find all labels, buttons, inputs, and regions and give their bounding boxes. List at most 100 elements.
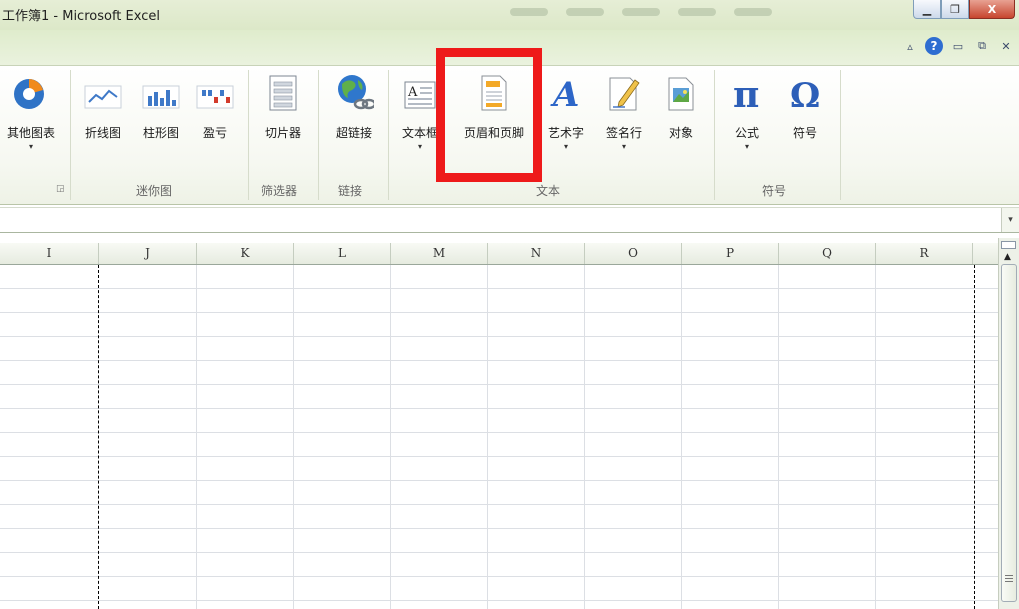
links-group-label: 链接	[338, 184, 363, 198]
column-sparkline-button[interactable]: 柱形图	[136, 72, 186, 141]
column-header-p[interactable]: P	[682, 243, 779, 264]
column-header-r[interactable]: R	[876, 243, 973, 264]
globe-link-icon	[324, 72, 384, 112]
highlight-box	[436, 48, 542, 182]
column-sparkline-label: 柱形图	[142, 126, 179, 140]
line-sparkline-label: 折线图	[84, 126, 121, 140]
ribbon-collapse-icon[interactable]: ▵	[901, 37, 919, 55]
chevron-down-icon: ▾	[563, 142, 568, 151]
symbol-button[interactable]: Ω 符号	[780, 72, 830, 141]
formula-bar[interactable]: ▾	[0, 207, 1019, 233]
group-separator	[248, 70, 249, 200]
column-header-j[interactable]: J	[99, 243, 197, 264]
row-gridline	[0, 288, 998, 289]
group-separator	[70, 70, 71, 200]
blurred-tab	[510, 8, 548, 16]
other-charts-label: 其他图表	[6, 126, 55, 140]
column-gridline	[875, 265, 876, 609]
wordart-button[interactable]: A 艺术字 ▾	[538, 72, 594, 151]
blurred-tab	[734, 8, 772, 16]
omega-icon: Ω	[780, 72, 830, 112]
window-restore-button[interactable]: ❐	[941, 0, 969, 19]
row-gridline	[0, 456, 998, 457]
column-header-row: I J K L M N O P Q R	[0, 243, 998, 265]
group-separator	[318, 70, 319, 200]
object-icon	[656, 72, 706, 112]
column-header-k[interactable]: K	[197, 243, 294, 264]
blurred-tab	[622, 8, 660, 16]
group-separator	[388, 70, 389, 200]
winloss-sparkline-label: 盈亏	[202, 126, 227, 140]
ribbon-window-controls: ▵ ? ▭ ⧉ ✕	[901, 37, 1015, 55]
hyperlink-button[interactable]: 超链接	[324, 72, 384, 141]
column-gridline	[293, 265, 294, 609]
workbook-minimize-icon[interactable]: ▭	[949, 37, 967, 55]
signature-line-label: 签名行	[605, 126, 642, 140]
row-gridline	[0, 600, 998, 601]
column-header-n[interactable]: N	[488, 243, 585, 264]
row-gridline	[0, 528, 998, 529]
workbook-close-icon[interactable]: ✕	[997, 37, 1015, 55]
slicer-icon	[254, 72, 312, 112]
column-gridline	[390, 265, 391, 609]
workbook-restore-icon[interactable]: ⧉	[973, 37, 991, 55]
grip-icon	[1005, 575, 1013, 576]
formula-expand-icon[interactable]: ▾	[1001, 208, 1019, 232]
symbols-group-label: 符号	[762, 184, 787, 198]
column-header-i[interactable]: I	[0, 243, 99, 264]
row-gridline	[0, 336, 998, 337]
svg-text:π: π	[733, 74, 759, 112]
worksheet-grid[interactable]: I J K L M N O P Q R	[0, 243, 998, 609]
svg-text:A: A	[550, 75, 579, 112]
column-header-q[interactable]: Q	[779, 243, 876, 264]
row-gridline	[0, 384, 998, 385]
object-label: 对象	[668, 126, 693, 140]
window-title: 工作簿1 - Microsoft Excel	[2, 9, 160, 24]
scroll-thumb[interactable]	[1001, 264, 1017, 602]
column-gridline	[487, 265, 488, 609]
row-gridline	[0, 576, 998, 577]
column-header-m[interactable]: M	[391, 243, 488, 264]
group-separator	[840, 70, 841, 200]
hyperlink-label: 超链接	[335, 126, 372, 140]
pi-icon: π	[722, 72, 772, 112]
equation-label: 公式	[734, 126, 759, 140]
wordart-label: 艺术字	[547, 126, 584, 140]
line-sparkline-icon	[78, 72, 128, 112]
blurred-tab	[566, 8, 604, 16]
equation-button[interactable]: π 公式 ▾	[722, 72, 772, 151]
chevron-down-icon: ▾	[744, 142, 749, 151]
scroll-up-icon[interactable]: ▲	[1004, 252, 1011, 262]
filter-group-label: 筛选器	[261, 184, 298, 198]
line-sparkline-button[interactable]: 折线图	[78, 72, 128, 141]
row-gridline	[0, 504, 998, 505]
page-break-line	[974, 265, 975, 609]
row-gridline	[0, 408, 998, 409]
winloss-sparkline-icon	[192, 72, 238, 112]
chevron-down-icon: ▾	[28, 142, 33, 151]
window-close-button[interactable]: X	[969, 0, 1015, 19]
column-header-o[interactable]: O	[585, 243, 682, 264]
row-gridline	[0, 480, 998, 481]
svg-text:Ω: Ω	[790, 76, 820, 112]
window-minimize-button[interactable]: ▁	[913, 0, 941, 19]
sparklines-group-label: 迷你图	[136, 184, 173, 198]
page-break-line	[98, 265, 99, 609]
split-handle[interactable]	[1001, 241, 1016, 249]
other-charts-button[interactable]: 其他图表 ▾	[0, 72, 62, 151]
chevron-down-icon: ▾	[621, 142, 626, 151]
help-icon[interactable]: ?	[925, 37, 943, 55]
text-group-label: 文本	[536, 184, 561, 198]
row-gridline	[0, 312, 998, 313]
wordart-icon: A	[538, 72, 594, 112]
row-gridline	[0, 552, 998, 553]
object-button[interactable]: 对象	[656, 72, 706, 141]
column-header-l[interactable]: L	[294, 243, 391, 264]
signature-line-button[interactable]: 签名行 ▾	[596, 72, 652, 151]
slicer-button[interactable]: 切片器	[254, 72, 312, 141]
charts-dialog-launcher-icon[interactable]: ◲	[56, 184, 65, 194]
blurred-tab	[678, 8, 716, 16]
blurred-tabs	[510, 8, 772, 16]
winloss-sparkline-button[interactable]: 盈亏	[192, 72, 238, 141]
vertical-scrollbar[interactable]: ▲	[998, 238, 1019, 609]
